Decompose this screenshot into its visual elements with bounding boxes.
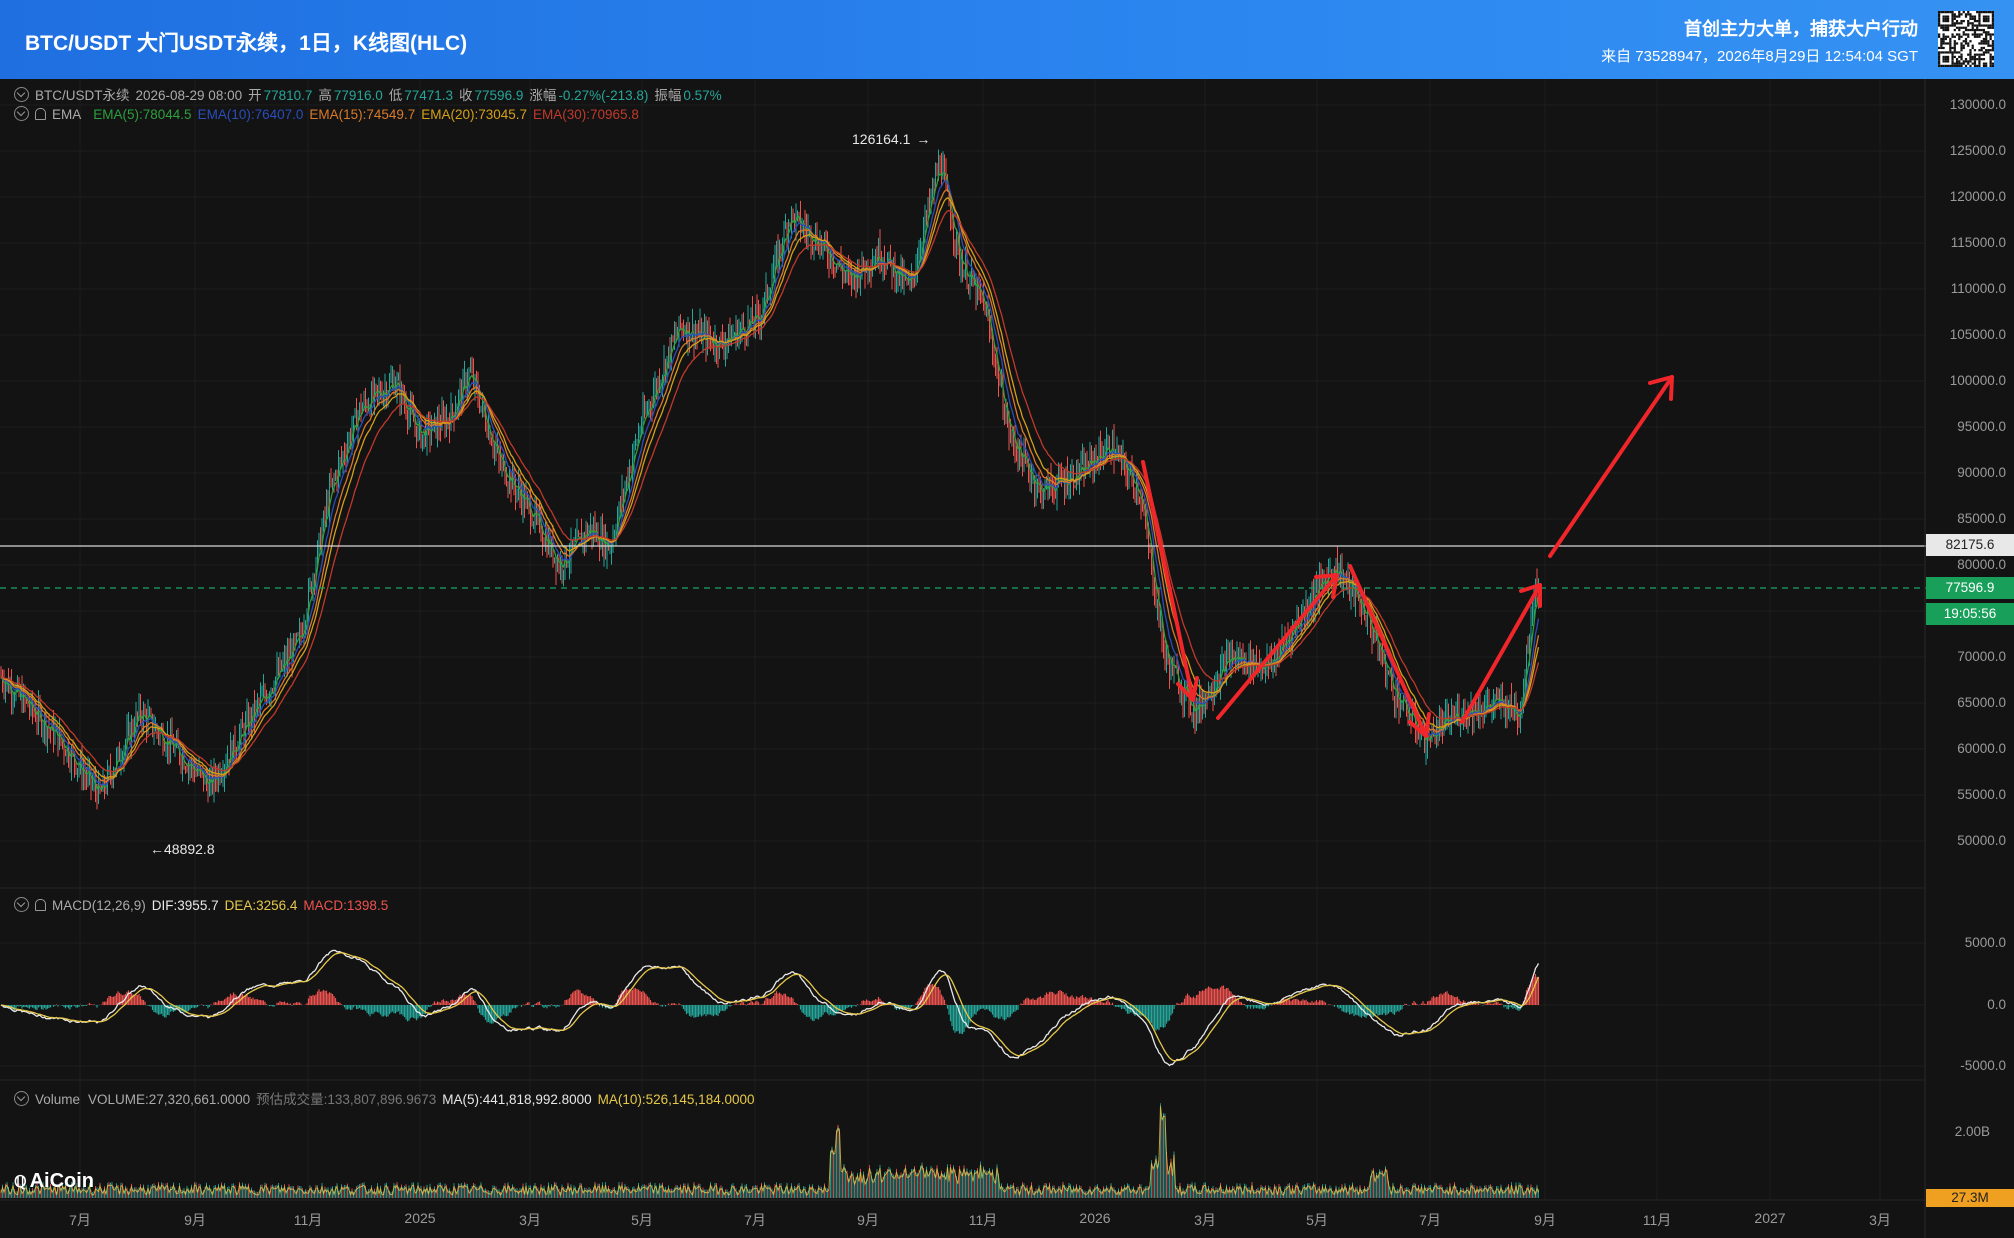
time-tick-label: 3月 xyxy=(1869,1212,1891,1228)
price-tick-label: 90000.0 xyxy=(1957,465,2006,480)
macd-tick-label: 5000.0 xyxy=(1964,935,2006,950)
main-legend: BTC/USDT永续 2026-08-29 08:00 开 77810.7 高 77916… xyxy=(14,84,728,104)
alert-bell-icon[interactable] xyxy=(35,899,46,911)
arrow-up-3 xyxy=(1548,375,1674,558)
header-bar: BTC/USDT 大门USDT永续，1日，K线图(HLC) 首创主力大单，捕获大… xyxy=(0,0,2014,79)
time-tick-label: 7月 xyxy=(1419,1212,1441,1228)
qr-code-icon[interactable] xyxy=(1938,11,1994,67)
price-tick-label: 85000.0 xyxy=(1957,511,2006,526)
alert-bell-icon[interactable] xyxy=(35,108,46,120)
high-annotation: 126164.1 → xyxy=(852,131,931,147)
arrow-down-2 xyxy=(1348,564,1428,738)
price-level-tag[interactable]: 82175.6 xyxy=(1926,534,2014,556)
candlesticks xyxy=(0,149,1539,810)
collapse-icon[interactable] xyxy=(14,106,29,121)
arrow-up-1 xyxy=(1216,573,1339,720)
collapse-icon[interactable] xyxy=(14,897,29,912)
price-tick-label: 55000.0 xyxy=(1957,787,2006,802)
time-tick-label: 2026 xyxy=(1079,1210,1111,1226)
price-tick-label: 95000.0 xyxy=(1957,419,2006,434)
time-tick-label: 7月 xyxy=(69,1212,91,1228)
low-annotation: ←48892.8 xyxy=(150,841,215,857)
volume-legend: Volume VOLUME:27,320,661.0000 预估成交量:133,80… xyxy=(14,1088,761,1108)
price-chart[interactable] xyxy=(0,79,2014,1238)
time-tick-label: 7月 xyxy=(744,1212,766,1228)
price-tick-label: 115000.0 xyxy=(1950,235,2006,250)
time-tick-label: 5月 xyxy=(631,1212,653,1228)
collapse-icon[interactable] xyxy=(14,87,29,102)
time-tick-label: 5月 xyxy=(1306,1212,1328,1228)
macd-legend: MACD(12,26,9) DIF:3955.7 DEA:3256.4 MACD:13… xyxy=(14,897,394,913)
price-tick-label: 80000.0 xyxy=(1957,557,2006,572)
time-tick-label: 9月 xyxy=(184,1212,206,1228)
macd-tick-label: -5000.0 xyxy=(1960,1058,2006,1073)
aicoin-logo: ℚ AiCoin xyxy=(14,1170,95,1192)
time-tick-label: 9月 xyxy=(857,1212,879,1228)
time-tick-label: 3月 xyxy=(1194,1212,1216,1228)
price-tick-label: 130000.0 xyxy=(1949,97,2006,112)
time-tick-label: 11月 xyxy=(1642,1212,1672,1228)
macd-histogram xyxy=(1,973,1540,1035)
time-tick-label: 9月 xyxy=(1534,1212,1556,1228)
price-tick-label: 105000.0 xyxy=(1949,327,2006,342)
volume-tag: 27.3M xyxy=(1926,1189,2014,1207)
price-tick-label: 110000.0 xyxy=(1950,281,2006,296)
ema-legend: EMA EMA(5):78044.5 EMA(10):76407.0 EMA(15):… xyxy=(14,106,645,122)
volume-tick-label: 2.00B xyxy=(1954,1124,1990,1139)
price-tick-label: 65000.0 xyxy=(1957,695,2006,710)
countdown-tag: 19:05:56 xyxy=(1926,603,2014,625)
time-tick-label: 3月 xyxy=(519,1212,541,1228)
macd-tick-label: 0.0 xyxy=(1987,997,2006,1012)
chart-title: BTC/USDT 大门USDT永续，1日，K线图(HLC) xyxy=(25,32,468,55)
price-tick-label: 125000.0 xyxy=(1949,143,2006,158)
price-tick-label: 50000.0 xyxy=(1957,833,2006,848)
source-text: 来自 73528947，2026年8月29日 12:54:04 SGT xyxy=(1601,48,1918,65)
time-tick-label: 11月 xyxy=(968,1212,998,1228)
time-tick-label: 2025 xyxy=(404,1210,436,1226)
price-tick-label: 120000.0 xyxy=(1949,189,2006,204)
price-tick-label: 70000.0 xyxy=(1957,649,2006,664)
macd-lines xyxy=(0,949,1540,1067)
price-tick-label: 100000.0 xyxy=(1949,373,2006,388)
last-price-tag: 77596.9 xyxy=(1926,577,2014,599)
time-tick-label: 2027 xyxy=(1754,1210,1786,1226)
aicoin-logo-icon: ℚ xyxy=(14,1174,27,1191)
volume-bars xyxy=(0,1103,1539,1198)
ema-lines xyxy=(0,171,1540,791)
price-tick-label: 60000.0 xyxy=(1957,741,2006,756)
time-tick-label: 11月 xyxy=(293,1212,323,1228)
collapse-icon[interactable] xyxy=(14,1091,29,1106)
slogan-text: 首创主力大单，捕获大户行动 xyxy=(1684,19,1918,39)
